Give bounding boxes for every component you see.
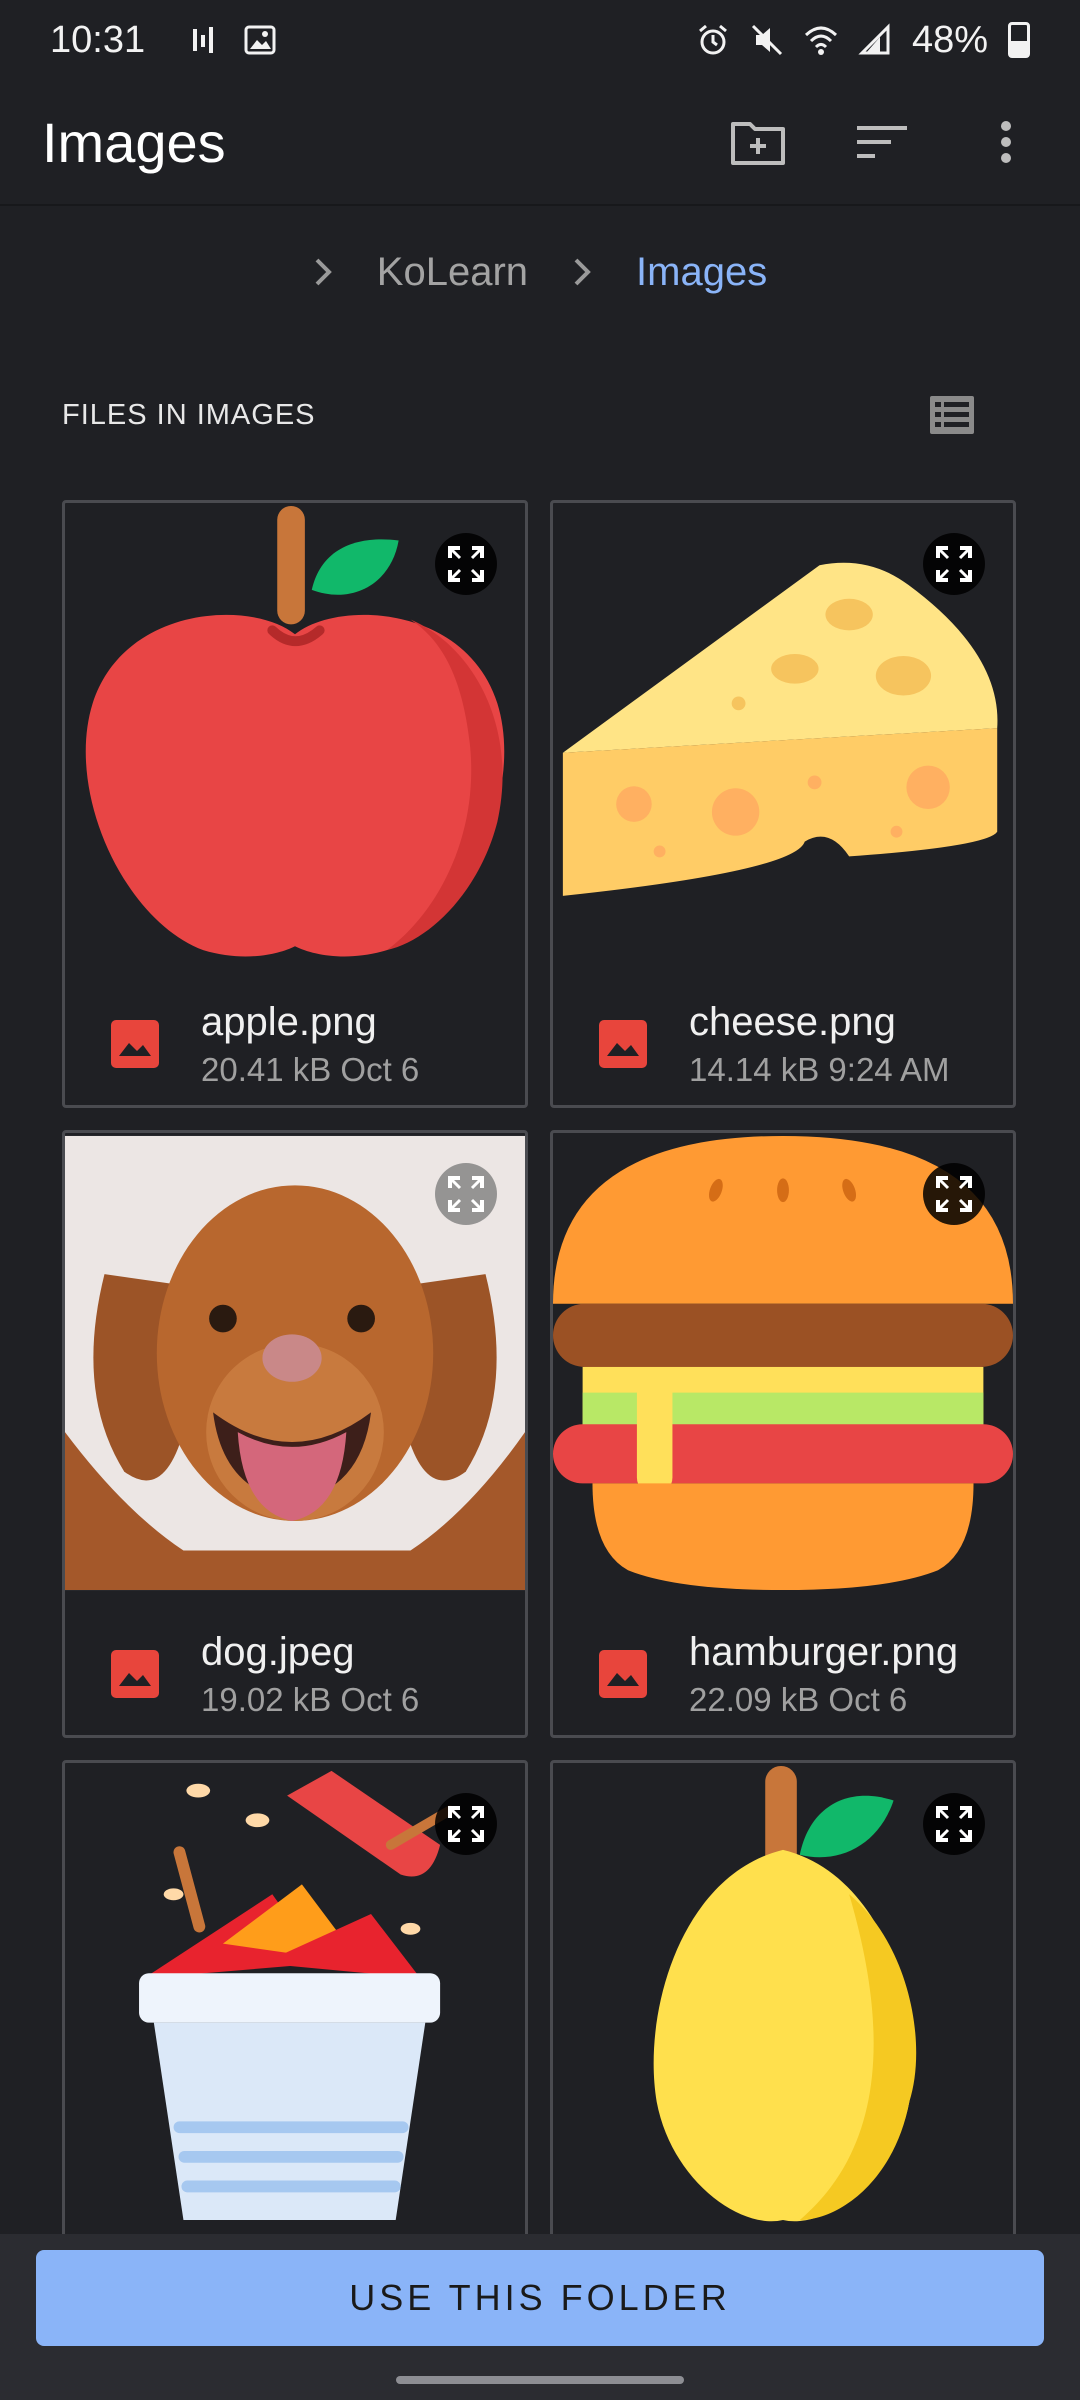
breadcrumb-item-images[interactable]: Images xyxy=(636,250,767,295)
file-info: cheese.png 14.14 kB 9:24 AM xyxy=(553,989,1013,1099)
file-grid: apple.png 20.41 kB Oct 6 cheese.png 14.1… xyxy=(62,500,1018,2368)
expand-icon xyxy=(936,546,972,582)
file-info: hamburger.png 22.09 kB Oct 6 xyxy=(553,1619,1013,1729)
chevron-right-icon xyxy=(574,258,591,286)
cell-signal-icon xyxy=(858,23,890,55)
file-name: apple.png xyxy=(201,999,377,1044)
new-folder-button[interactable] xyxy=(726,110,790,174)
more-vert-icon xyxy=(1001,121,1011,163)
expand-preview-button[interactable] xyxy=(435,1793,497,1855)
expand-icon xyxy=(448,546,484,582)
new-folder-icon xyxy=(731,122,785,165)
battery-percent: 48% xyxy=(911,18,988,61)
file-card[interactable]: cheese.png 14.14 kB 9:24 AM xyxy=(550,500,1016,1108)
expand-icon xyxy=(448,1806,484,1842)
file-name: dog.jpeg xyxy=(201,1629,355,1674)
expand-preview-button[interactable] xyxy=(923,533,985,595)
image-file-icon xyxy=(111,1020,159,1068)
mute-icon xyxy=(751,24,782,56)
bottom-bar: USE THIS FOLDER xyxy=(0,2234,1080,2400)
file-meta: 22.09 kB Oct 6 xyxy=(689,1680,908,1718)
app-bar: Images xyxy=(0,80,1080,206)
file-name: hamburger.png xyxy=(689,1629,959,1674)
file-meta: 14.14 kB 9:24 AM xyxy=(689,1050,950,1088)
breadcrumb-item-kolearn[interactable]: KoLearn xyxy=(377,250,528,295)
signal-bars-icon xyxy=(193,27,214,53)
expand-icon xyxy=(936,1176,972,1212)
sort-icon xyxy=(857,126,907,158)
file-name: cheese.png xyxy=(689,999,896,1044)
alarm-icon xyxy=(698,24,727,55)
home-indicator[interactable] xyxy=(396,2376,684,2384)
gallery-icon xyxy=(244,25,276,55)
sort-button[interactable] xyxy=(850,110,914,174)
file-info: dog.jpeg 19.02 kB Oct 6 xyxy=(65,1619,525,1729)
expand-preview-button[interactable] xyxy=(923,1163,985,1225)
expand-icon xyxy=(936,1806,972,1842)
file-card[interactable]: hamburger.png 22.09 kB Oct 6 xyxy=(550,1130,1016,1738)
page-title: Images xyxy=(42,110,226,174)
more-options-button[interactable] xyxy=(974,110,1038,174)
section-header: FILES IN IMAGES xyxy=(62,380,982,450)
image-file-icon xyxy=(599,1650,647,1698)
expand-preview-button[interactable] xyxy=(435,1163,497,1225)
image-file-icon xyxy=(599,1020,647,1068)
list-view-toggle[interactable] xyxy=(922,385,982,445)
chevron-right-icon xyxy=(315,258,332,286)
wifi-icon xyxy=(804,26,837,55)
file-card[interactable]: dog.jpeg 19.02 kB Oct 6 xyxy=(62,1130,528,1738)
file-info: apple.png 20.41 kB Oct 6 xyxy=(65,989,525,1099)
status-time: 10:31 xyxy=(50,18,146,61)
use-this-folder-button[interactable]: USE THIS FOLDER xyxy=(36,2250,1044,2346)
expand-preview-button[interactable] xyxy=(923,1793,985,1855)
image-file-icon xyxy=(111,1650,159,1698)
status-bar: 10:31 48% xyxy=(0,0,1080,80)
file-meta: 20.41 kB Oct 6 xyxy=(201,1050,420,1088)
expand-icon xyxy=(448,1176,484,1212)
list-view-icon xyxy=(930,396,974,434)
expand-preview-button[interactable] xyxy=(435,533,497,595)
battery-icon xyxy=(1008,22,1030,58)
file-card[interactable]: apple.png 20.41 kB Oct 6 xyxy=(62,500,528,1108)
section-title: FILES IN IMAGES xyxy=(62,398,316,431)
file-meta: 19.02 kB Oct 6 xyxy=(201,1680,420,1718)
breadcrumb: KoLearn Images xyxy=(0,232,1080,312)
